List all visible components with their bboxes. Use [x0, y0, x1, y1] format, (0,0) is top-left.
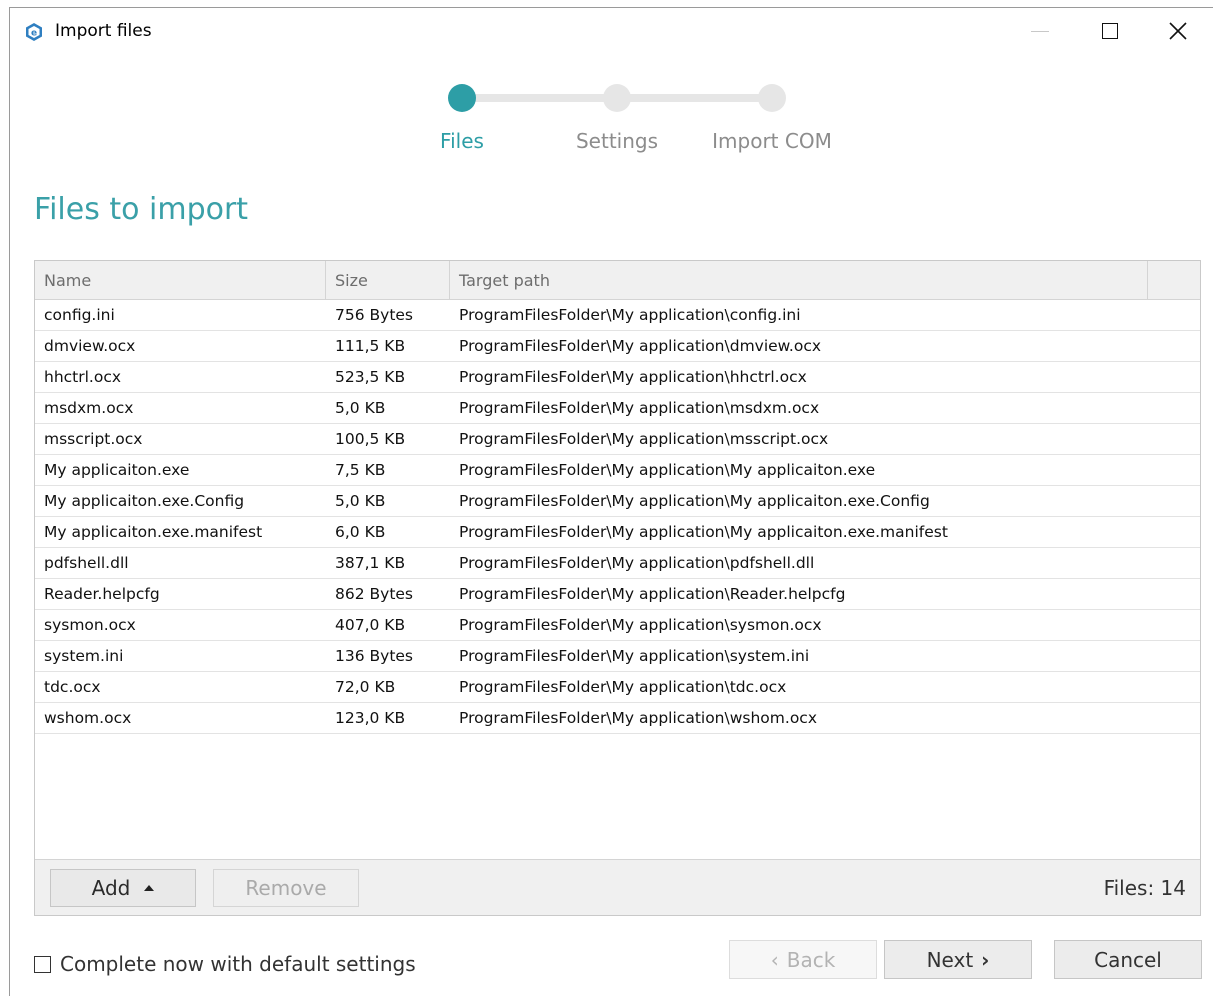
- chevron-right-icon: ›: [981, 947, 990, 972]
- cell-size: 72,0 KB: [335, 678, 396, 696]
- table-row[interactable]: msscript.ocx 100,5 KB ProgramFilesFolder\M…: [35, 424, 1200, 455]
- cell-name: pdfshell.dll: [44, 554, 129, 572]
- cell-size: 862 Bytes: [335, 585, 414, 603]
- table-row[interactable]: wshom.ocx 123,0 KB ProgramFilesFolder\My a…: [35, 703, 1200, 734]
- cell-size: 387,1 KB: [335, 554, 406, 572]
- cell-size: 111,5 KB: [335, 337, 406, 355]
- next-button[interactable]: Next ›: [884, 940, 1032, 979]
- column-header-target-path[interactable]: Target path: [450, 261, 1148, 299]
- cell-name: wshom.ocx: [44, 709, 132, 727]
- default-settings-checkbox[interactable]: [34, 955, 51, 973]
- cell-name: config.ini: [44, 306, 115, 324]
- table-row[interactable]: config.ini 756 Bytes ProgramFilesFolder\My…: [35, 300, 1200, 331]
- cell-size: 523,5 KB: [335, 368, 406, 386]
- step-dot-files: [448, 84, 476, 112]
- table-row[interactable]: My applicaiton.exe.Config 5,0 KB ProgramFi…: [35, 486, 1200, 517]
- cell-target-path: ProgramFilesFolder\My application\config…: [459, 306, 801, 324]
- cell-target-path: ProgramFilesFolder\My application\hhctrl…: [459, 368, 807, 386]
- table-row[interactable]: system.ini 136 Bytes ProgramFilesFolder\My…: [35, 641, 1200, 672]
- cell-size: 5,0 KB: [335, 492, 386, 510]
- cell-size: 100,5 KB: [335, 430, 406, 448]
- add-button[interactable]: Add: [50, 869, 196, 907]
- cell-name: msdxm.ocx: [44, 399, 134, 417]
- remove-button[interactable]: Remove: [213, 869, 359, 907]
- cell-target-path: ProgramFilesFolder\My application\Reader…: [459, 585, 846, 603]
- cell-target-path: ProgramFilesFolder\My application\dmview…: [459, 337, 822, 355]
- table-row[interactable]: dmview.ocx 111,5 KB ProgramFilesFolder\My …: [35, 331, 1200, 362]
- cell-name: My applicaiton.exe.Config: [44, 492, 245, 510]
- cell-target-path: ProgramFilesFolder\My application\system…: [459, 647, 810, 665]
- add-button-label: Add: [91, 876, 131, 900]
- cancel-button-label: Cancel: [1094, 947, 1162, 972]
- remove-button-label: Remove: [245, 876, 327, 900]
- chevron-left-icon: ‹: [770, 947, 779, 972]
- cell-size: 136 Bytes: [335, 647, 414, 665]
- column-header-filler: [1148, 261, 1200, 299]
- table-row[interactable]: My applicaiton.exe.manifest 6,0 KB Program…: [35, 517, 1200, 548]
- cell-name: Reader.helpcfg: [44, 585, 160, 603]
- cell-target-path: ProgramFilesFolder\My application\tdc.oc…: [459, 678, 787, 696]
- files-count: Files: 14: [1103, 876, 1186, 900]
- cell-target-path: ProgramFilesFolder\My application\My app…: [459, 461, 876, 479]
- column-header-name[interactable]: Name: [35, 261, 326, 299]
- files-table-panel: Name Size Target path config.ini 756 Byte…: [34, 260, 1201, 916]
- cell-target-path: ProgramFilesFolder\My application\sysmon…: [459, 616, 822, 634]
- cell-target-path: ProgramFilesFolder\My application\My app…: [459, 492, 930, 510]
- cell-name: tdc.ocx: [44, 678, 101, 696]
- table-row[interactable]: Reader.helpcfg 862 Bytes ProgramFilesFolde…: [35, 579, 1200, 610]
- cell-name: hhctrl.ocx: [44, 368, 122, 386]
- step-label-import-com: Import COM: [712, 129, 832, 153]
- cell-size: 407,0 KB: [335, 616, 406, 634]
- table-row[interactable]: sysmon.ocx 407,0 KB ProgramFilesFolder\My …: [35, 610, 1200, 641]
- cell-target-path: ProgramFilesFolder\My application\My app…: [459, 523, 948, 541]
- step-dot-settings: [603, 84, 631, 112]
- default-settings-option[interactable]: Complete now with default settings: [34, 952, 416, 976]
- cell-size: 5,0 KB: [335, 399, 386, 417]
- step-label-settings: Settings: [575, 129, 659, 153]
- step-label-files: Files: [440, 129, 484, 153]
- next-button-label: Next: [926, 947, 974, 972]
- cell-size: 7,5 KB: [335, 461, 386, 479]
- table-footer: Add Remove Files: 14: [35, 859, 1200, 915]
- cell-name: sysmon.ocx: [44, 616, 136, 634]
- column-header-size[interactable]: Size: [326, 261, 450, 299]
- table-row[interactable]: hhctrl.ocx 523,5 KB ProgramFilesFolder\My …: [35, 362, 1200, 393]
- table-row[interactable]: My applicaiton.exe 7,5 KB ProgramFilesFold…: [35, 455, 1200, 486]
- cell-name: My applicaiton.exe.manifest: [44, 523, 263, 541]
- table-row[interactable]: pdfshell.dll 387,1 KB ProgramFilesFolder\M…: [35, 548, 1200, 579]
- default-settings-label: Complete now with default settings: [60, 952, 416, 976]
- cell-size: 123,0 KB: [335, 709, 406, 727]
- cell-name: My applicaiton.exe: [44, 461, 190, 479]
- cell-size: 756 Bytes: [335, 306, 414, 324]
- back-button-label: Back: [786, 947, 836, 972]
- cell-name: dmview.ocx: [44, 337, 136, 355]
- back-button[interactable]: ‹ Back: [729, 940, 877, 979]
- caret-up-icon: [144, 885, 155, 891]
- cell-target-path: ProgramFilesFolder\My application\msdxm.…: [459, 399, 820, 417]
- table-body: config.ini 756 Bytes ProgramFilesFolder\My…: [35, 300, 1200, 734]
- step-dot-import-com: [758, 84, 786, 112]
- table-header: Name Size Target path: [35, 261, 1200, 300]
- cell-name: msscript.ocx: [44, 430, 143, 448]
- cell-name: system.ini: [44, 647, 124, 665]
- cell-target-path: ProgramFilesFolder\My application\wshom.…: [459, 709, 817, 727]
- cancel-button[interactable]: Cancel: [1054, 940, 1202, 979]
- page-title: Files to import: [34, 192, 249, 227]
- cell-size: 6,0 KB: [335, 523, 386, 541]
- wizard-stepper: Files Settings Import COM: [10, 8, 1213, 168]
- cell-target-path: ProgramFilesFolder\My application\msscri…: [459, 430, 829, 448]
- table-row[interactable]: tdc.ocx 72,0 KB ProgramFilesFolder\My appl…: [35, 672, 1200, 703]
- table-row[interactable]: msdxm.ocx 5,0 KB ProgramFilesFolder\My app…: [35, 393, 1200, 424]
- cell-target-path: ProgramFilesFolder\My application\pdfshe…: [459, 554, 815, 572]
- import-files-window: e Import files Files Settings Import COM…: [9, 7, 1213, 996]
